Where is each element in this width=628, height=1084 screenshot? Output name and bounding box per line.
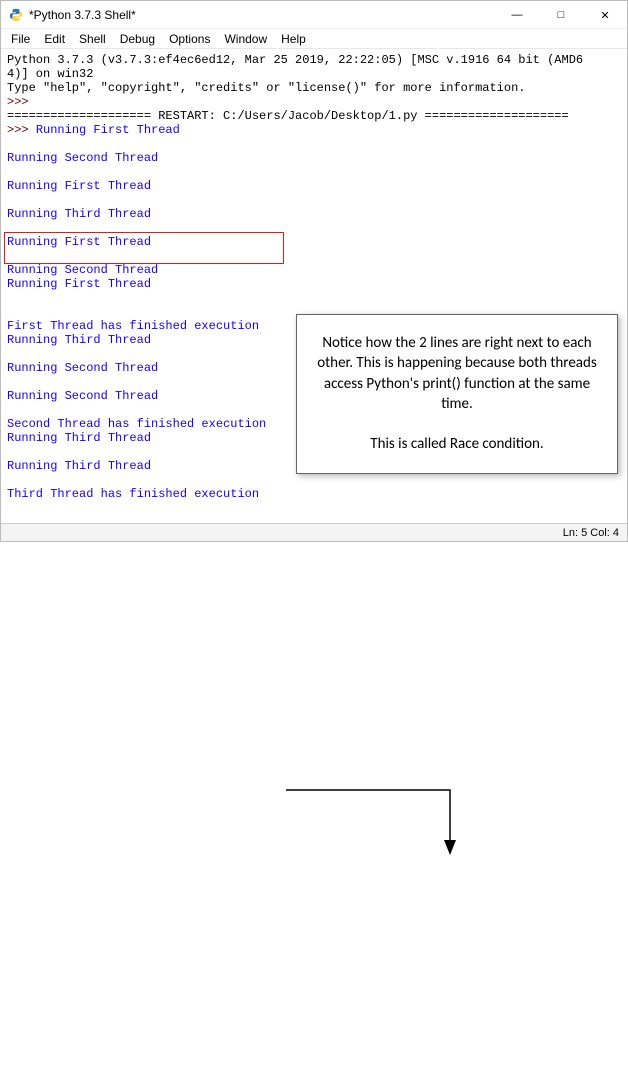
- restart-line: ==================== RESTART: C:/Users/J…: [7, 109, 569, 123]
- output-line: Running First Thread: [36, 123, 180, 137]
- python-help-line: Type "help", "copyright", "credits" or "…: [7, 81, 525, 95]
- output-line: Running First Thread: [7, 235, 151, 249]
- output-line: Second Thread has finished execution: [7, 417, 266, 431]
- title-left: *Python 3.7.3 Shell*: [9, 8, 136, 22]
- prompt: >>>: [7, 95, 36, 109]
- menu-file[interactable]: File: [5, 31, 36, 47]
- output-line: Running First Thread: [7, 179, 151, 193]
- menu-shell[interactable]: Shell: [73, 31, 112, 47]
- menu-window[interactable]: Window: [218, 31, 273, 47]
- output-line: Running Third Thread: [7, 333, 151, 347]
- output-line: Running Second Thread: [7, 361, 158, 375]
- annotation-callout: Notice how the 2 lines are right next to…: [296, 314, 618, 474]
- output-line: Running First Thread: [7, 277, 151, 291]
- maximize-button[interactable]: □: [539, 1, 583, 29]
- output-line: Third Thread has finished execution: [7, 487, 259, 501]
- python-idle-icon: [9, 8, 23, 22]
- output-line: Running Third Thread: [7, 207, 151, 221]
- close-button[interactable]: ✕: [583, 1, 627, 29]
- annotation-arrow: [0, 542, 628, 1084]
- python-version-line1: Python 3.7.3 (v3.7.3:ef4ec6ed12, Mar 25 …: [7, 53, 583, 67]
- window-controls: — □ ✕: [495, 1, 627, 28]
- menu-options[interactable]: Options: [163, 31, 216, 47]
- annotation-text-1: Notice how the 2 lines are right next to…: [313, 333, 601, 414]
- cursor-position: Ln: 5 Col: 4: [563, 527, 619, 539]
- menu-help[interactable]: Help: [275, 31, 312, 47]
- menubar: File Edit Shell Debug Options Window Hel…: [1, 29, 627, 49]
- python-version-line2: 4)] on win32: [7, 67, 93, 81]
- output-line: Running Third Thread: [7, 459, 151, 473]
- annotation-text-2: This is called Race condition.: [313, 434, 601, 454]
- minimize-button[interactable]: —: [495, 1, 539, 29]
- statusbar: Ln: 5 Col: 4: [1, 523, 627, 541]
- menu-debug[interactable]: Debug: [114, 31, 161, 47]
- output-line: Running Second Thread: [7, 389, 158, 403]
- output-line: First Thread has finished execution: [7, 319, 259, 333]
- prompt: >>>: [7, 123, 36, 137]
- titlebar: *Python 3.7.3 Shell* — □ ✕: [1, 1, 627, 29]
- menu-edit[interactable]: Edit: [38, 31, 71, 47]
- output-line: Running Third Thread: [7, 431, 151, 445]
- output-line: Running Second Thread: [7, 263, 158, 277]
- window-title: *Python 3.7.3 Shell*: [29, 8, 136, 22]
- output-line: Running Second Thread: [7, 151, 158, 165]
